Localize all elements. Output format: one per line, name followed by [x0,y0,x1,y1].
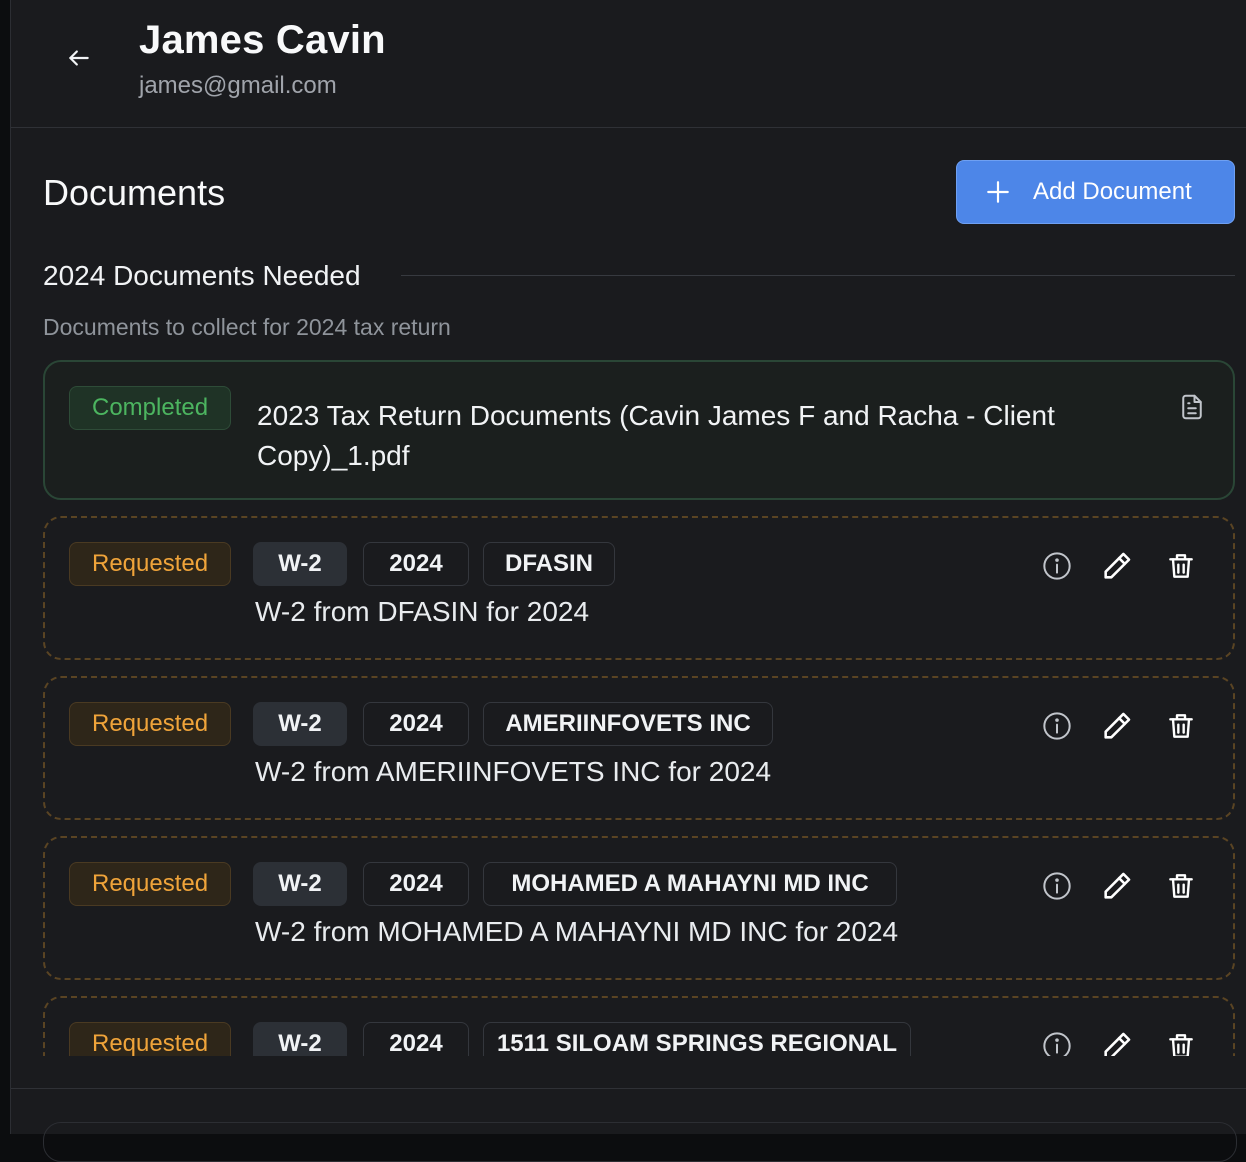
doc-employer-chip: 1511 SILOAM SPRINGS REGIONAL [483,1022,911,1056]
info-button[interactable] [1039,706,1075,746]
doc-description: W-2 from DFASIN for 2024 [255,596,590,627]
doc-year-chip: 2024 [363,702,469,746]
status-badge-completed: Completed [69,386,232,430]
status-badge-requested: Requested [69,1022,232,1056]
info-button[interactable] [1039,866,1075,906]
doc-type-chip: W-2 [253,1022,347,1056]
delete-button[interactable] [1163,1026,1199,1056]
doc-type-chip: W-2 [253,862,347,906]
doc-type-chip: W-2 [253,702,347,746]
info-button[interactable] [1039,1026,1075,1056]
document-card-requested[interactable]: Requested W-2 2024 1511 SILOAM SPRINGS R… [43,996,1235,1056]
plus-icon [987,181,1009,203]
edit-button[interactable] [1099,1026,1135,1056]
doc-year-chip: 2024 [363,1022,469,1056]
doc-employer-chip: DFASIN [483,542,615,586]
client-panel: James Cavin james@gmail.com Documents Ad… [10,0,1246,1162]
edit-button[interactable] [1099,546,1135,586]
info-circle-icon [1043,712,1071,740]
trash-icon [1169,874,1193,898]
pencil-icon [1104,712,1131,739]
delete-button[interactable] [1163,546,1199,586]
doc-employer-chip: AMERIINFOVETS INC [483,702,773,746]
arrow-left-icon [69,50,89,66]
client-name: James Cavin [139,18,386,62]
info-button[interactable] [1039,546,1075,586]
pencil-icon [1104,552,1131,579]
view-file-button[interactable] [1177,390,1207,429]
pencil-icon [1104,872,1131,899]
info-circle-icon [1043,872,1071,900]
doc-description: W-2 from AMERIINFOVETS INC for 2024 [255,756,772,787]
doc-type-chip: W-2 [253,542,347,586]
back-button[interactable] [59,38,99,78]
trash-icon [1169,1034,1193,1056]
doc-employer-chip: MOHAMED A MAHAYNI MD INC [483,862,897,906]
info-circle-icon [1043,1032,1071,1056]
group-divider [401,275,1235,276]
group-title: 2024 Documents Needed [43,260,361,291]
document-card-requested[interactable]: Requested W-2 2024 AMERIINFOVETS INC W-2… [43,676,1235,820]
status-badge-requested: Requested [69,702,232,746]
status-badge-requested: Requested [69,862,232,906]
section-title: Documents [43,172,226,213]
edit-button[interactable] [1099,706,1135,746]
pencil-icon [1104,1032,1131,1056]
doc-year-chip: 2024 [363,542,469,586]
edit-button[interactable] [1099,866,1135,906]
delete-button[interactable] [1163,706,1199,746]
trash-icon [1169,714,1193,738]
documents-list[interactable]: Completed 2023 Tax Return Documents (Cav… [43,360,1237,1056]
document-card-requested[interactable]: Requested W-2 2024 DFASIN W-2 from DFASI… [43,516,1235,660]
document-card-completed[interactable]: Completed 2023 Tax Return Documents (Cav… [43,360,1235,500]
add-document-button[interactable]: Add Document [956,160,1235,224]
delete-button[interactable] [1163,866,1199,906]
group-subtitle: Documents to collect for 2024 tax return [43,314,451,340]
status-badge-requested: Requested [69,542,232,586]
next-section-card [43,1122,1237,1162]
footer-divider [11,1088,1246,1089]
document-filename: 2023 Tax Return Documents (Cavin James F… [257,400,1055,471]
doc-description: W-2 from MOHAMED A MAHAYNI MD INC for 20… [255,916,899,947]
info-circle-icon [1043,552,1071,580]
doc-year-chip: 2024 [363,862,469,906]
client-email: james@gmail.com [139,72,337,99]
file-text-icon [1182,394,1202,420]
add-document-label: Add Document [1033,178,1192,205]
client-header: James Cavin james@gmail.com [11,0,1246,128]
document-card-requested[interactable]: Requested W-2 2024 MOHAMED A MAHAYNI MD … [43,836,1235,980]
trash-icon [1169,554,1193,578]
